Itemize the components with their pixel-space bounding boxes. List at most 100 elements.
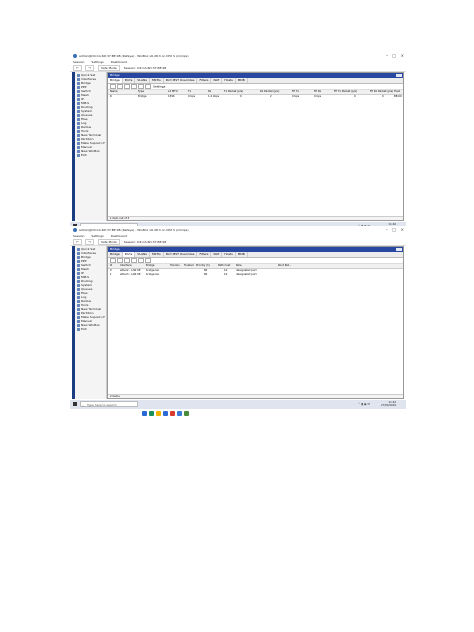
tab-port-mst-overrides[interactable]: Port MST Overrides bbox=[164, 78, 198, 83]
safe-mode-button[interactable]: Safe Mode bbox=[97, 239, 120, 245]
redo-icon[interactable]: ↷ bbox=[85, 239, 94, 245]
taskbar-pinned-apps bbox=[142, 401, 191, 420]
col-role[interactable]: Role bbox=[236, 264, 242, 268]
col-fp-tx[interactable]: FP Tx bbox=[292, 90, 299, 94]
winbox-app-icon bbox=[73, 54, 77, 58]
maximize-icon[interactable]: □ bbox=[392, 52, 396, 60]
col-rx[interactable]: Rx bbox=[208, 90, 211, 94]
col-tx-packet[interactable]: Tx Packet (p/s) bbox=[224, 90, 243, 94]
window-buttons-icon[interactable] bbox=[396, 74, 402, 77]
system-tray[interactable]: ⌃ ▮ ◉ ✉ bbox=[358, 402, 370, 406]
col-number[interactable]: # bbox=[110, 264, 112, 268]
add-icon[interactable] bbox=[110, 258, 116, 263]
close-icon[interactable]: × bbox=[401, 52, 404, 60]
enable-icon[interactable] bbox=[124, 84, 130, 89]
tab-mdb[interactable]: MDB bbox=[236, 78, 248, 83]
winbox-screenshot-1: admin@D4:CA:6D:37:BE:98 (Rafaye) - WinBo… bbox=[70, 52, 406, 238]
main-toolbar: ↶ ↷ Safe Mode Session: D4:CA:6D:37:BE:98 bbox=[70, 65, 406, 72]
col-trusted[interactable]: Trusted bbox=[184, 264, 194, 268]
search-icon: ⌕ bbox=[82, 404, 84, 408]
tab-bridge[interactable]: Bridge bbox=[108, 252, 123, 257]
col-fp-rx[interactable]: FP Rx bbox=[314, 90, 321, 94]
menu-session[interactable]: Session bbox=[73, 60, 84, 64]
table-row[interactable]: 1 ether3 - LAN KE bridge-lan 80 10 desig… bbox=[108, 273, 403, 277]
comment-icon[interactable] bbox=[138, 84, 144, 89]
col-priority[interactable]: Priority (h) bbox=[196, 264, 210, 268]
table-row[interactable]: R Bridge 1596 0 bps 1.4 kbps 0 2 0 bps 0… bbox=[108, 95, 403, 99]
winbox-taskbar-icon[interactable] bbox=[177, 411, 182, 416]
col-rx-packet[interactable]: Rx Packet (p/s) bbox=[260, 90, 279, 94]
tab-ports[interactable]: Ports bbox=[122, 252, 136, 257]
settings-button[interactable]: Settings bbox=[153, 85, 165, 89]
enable-icon[interactable] bbox=[124, 258, 130, 263]
col-host[interactable]: Host bbox=[394, 90, 400, 94]
tab-mdb[interactable]: MDB bbox=[236, 252, 248, 257]
tab-nat[interactable]: NAT bbox=[211, 252, 223, 257]
tab-mstis[interactable]: MSTIs bbox=[150, 78, 164, 83]
store-icon[interactable] bbox=[163, 411, 168, 416]
tab-bridge[interactable]: Bridge bbox=[108, 78, 123, 83]
col-root-path[interactable]: Root Pat... bbox=[278, 264, 291, 268]
tab-hosts[interactable]: Hosts bbox=[222, 252, 236, 257]
undo-icon[interactable]: ↶ bbox=[73, 65, 82, 71]
comment-icon[interactable] bbox=[138, 258, 144, 263]
disable-icon[interactable] bbox=[131, 258, 137, 263]
tab-vlans[interactable]: VLANs bbox=[135, 252, 150, 257]
window-title: admin@D4:CA:6D:37:BE:98 (Rafaye) - WinBo… bbox=[79, 54, 189, 58]
chrome-icon[interactable] bbox=[184, 411, 189, 416]
disable-icon[interactable] bbox=[131, 84, 137, 89]
filter-icon[interactable] bbox=[145, 258, 151, 263]
col-type[interactable]: Type bbox=[138, 90, 144, 94]
menu-settings[interactable]: Settings bbox=[91, 60, 103, 64]
minimize-icon[interactable]: – bbox=[386, 226, 388, 234]
tab-filters[interactable]: Filters bbox=[197, 78, 212, 83]
menu-settings[interactable]: Settings bbox=[91, 234, 103, 238]
sidebar-item-exit[interactable]: Exit bbox=[77, 153, 87, 157]
edge-icon[interactable] bbox=[149, 411, 154, 416]
bridge-window-title: Bridge bbox=[108, 247, 403, 252]
tab-ports[interactable]: Ports bbox=[123, 78, 136, 83]
add-icon[interactable] bbox=[110, 84, 116, 89]
task-view-icon[interactable] bbox=[142, 411, 147, 416]
col-l2mtu[interactable]: L2 MTU bbox=[168, 90, 178, 94]
col-fp-rx-packet[interactable]: FP Rx Packet (p/s) bbox=[370, 90, 393, 94]
col-bridge[interactable]: Bridge bbox=[146, 264, 154, 268]
bridge-window: Bridge Bridge Ports VLANs MSTIs Port MST Ove… bbox=[107, 72, 404, 221]
window-buttons-icon[interactable] bbox=[396, 248, 402, 251]
tab-port-mst-overrides[interactable]: Port MST Overrides bbox=[164, 252, 198, 257]
col-fp-tx-packet[interactable]: FP Tx Packet (p/s) bbox=[334, 90, 357, 94]
tab-hosts[interactable]: Hosts bbox=[222, 78, 236, 83]
mail-icon[interactable] bbox=[170, 411, 175, 416]
remove-icon[interactable] bbox=[117, 84, 123, 89]
window-titlebar: admin@D4:CA:6D:37:BE:98 (Rafaye) - WinBo… bbox=[70, 226, 406, 234]
remove-icon[interactable] bbox=[117, 258, 123, 263]
windows-start-icon[interactable] bbox=[73, 402, 77, 406]
tab-vlans[interactable]: VLANs bbox=[135, 78, 150, 83]
menu-dashboard[interactable]: Dashboard bbox=[111, 60, 127, 64]
menu-session[interactable]: Session bbox=[73, 234, 84, 238]
status-bar: 1 item out of 3 bbox=[108, 216, 403, 220]
maximize-icon[interactable]: □ bbox=[392, 226, 396, 234]
sidebar-item-exit[interactable]: Exit bbox=[77, 327, 87, 331]
menu-dashboard[interactable]: Dashboard bbox=[111, 234, 127, 238]
taskbar-clock[interactable]: 11:42 27/04/2024 bbox=[381, 401, 396, 408]
col-tx[interactable]: Tx bbox=[188, 90, 191, 94]
file-explorer-icon[interactable] bbox=[156, 411, 161, 416]
tab-mstis[interactable]: MSTIs bbox=[150, 252, 164, 257]
col-interface[interactable]: Interface bbox=[120, 264, 132, 268]
col-name[interactable]: Name bbox=[110, 90, 118, 94]
col-horizon[interactable]: Horizon bbox=[170, 264, 180, 268]
col-path-cost[interactable]: Path Cost bbox=[218, 264, 230, 268]
redo-icon[interactable]: ↷ bbox=[85, 65, 94, 71]
minimize-icon[interactable]: – bbox=[386, 52, 388, 60]
winbox-screenshot-2: admin@D4:CA:6D:37:BE:98 (Rafaye) - WinBo… bbox=[70, 226, 406, 416]
undo-icon[interactable]: ↶ bbox=[73, 239, 82, 245]
taskbar-search-input[interactable]: ⌕Type here to search bbox=[80, 401, 138, 408]
tab-filters[interactable]: Filters bbox=[197, 252, 212, 257]
close-icon[interactable]: × bbox=[401, 226, 404, 234]
safe-mode-button[interactable]: Safe Mode bbox=[97, 65, 120, 71]
bridge-window: Bridge Bridge Ports VLANs MSTIs Port MST Ove… bbox=[107, 246, 404, 399]
filter-icon[interactable] bbox=[145, 84, 151, 89]
tab-nat[interactable]: NAT bbox=[211, 78, 223, 83]
routeros-winbox-strip bbox=[72, 246, 75, 399]
